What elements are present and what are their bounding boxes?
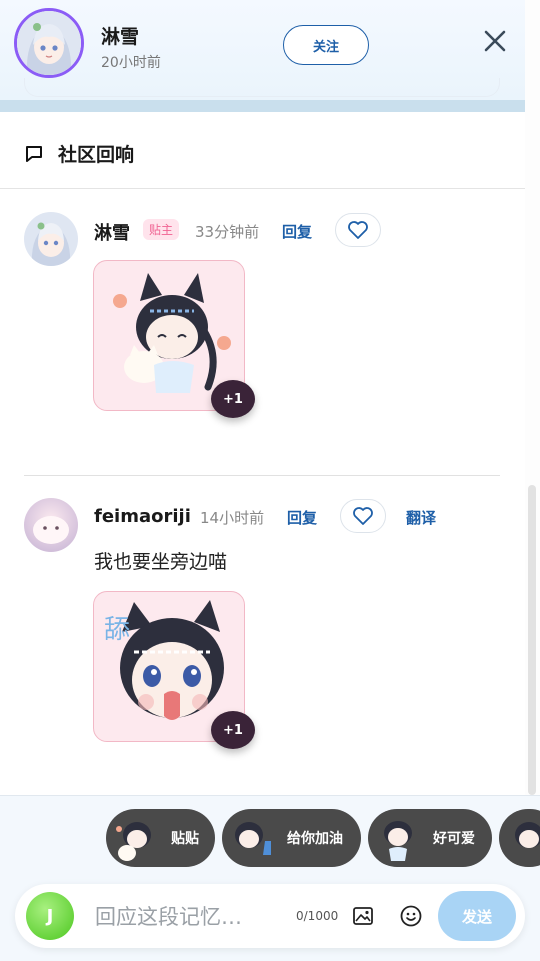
like-button[interactable] xyxy=(335,213,381,247)
post-time: 20小时前 xyxy=(101,55,161,71)
reply-button[interactable]: 回复 xyxy=(287,507,317,528)
quick-reply-chip[interactable]: 贴贴 xyxy=(106,809,215,867)
section-title: 社区回响 xyxy=(58,144,135,166)
sticker-count-badge[interactable]: +1 xyxy=(211,711,255,749)
image-icon[interactable] xyxy=(351,904,375,928)
current-user-avatar[interactable]: J xyxy=(26,892,74,940)
section-header: 社区回响 xyxy=(24,140,134,167)
comment-text: 我也要坐旁边喵 xyxy=(94,551,228,573)
scrollbar-thumb[interactable] xyxy=(528,485,536,795)
author-avatar[interactable] xyxy=(14,8,84,78)
translate-button[interactable]: 翻译 xyxy=(406,507,436,528)
author-name[interactable]: 淋雪 xyxy=(101,22,139,49)
quick-reply-label: 给你加油 xyxy=(287,831,343,847)
comment-composer: J 0/1000 发送 xyxy=(15,884,525,948)
comment-divider xyxy=(24,475,500,476)
quick-reply-chip[interactable] xyxy=(499,809,540,867)
reply-button[interactable]: 回复 xyxy=(282,221,312,242)
section-divider xyxy=(0,188,525,189)
quick-reply-chip[interactable]: 给你加油 xyxy=(222,809,361,867)
heart-icon xyxy=(348,221,368,239)
quick-reply-label: 好可爱 xyxy=(433,831,475,847)
quick-reply-chip[interactable]: 好可爱 xyxy=(368,809,492,867)
op-badge: 贴主 xyxy=(143,219,180,240)
char-counter: 0/1000 xyxy=(296,909,339,923)
avatar-illustration xyxy=(17,11,81,75)
sticker-thumbnail xyxy=(502,811,540,865)
commenter-avatar[interactable] xyxy=(24,212,78,266)
comment-icon xyxy=(26,145,42,162)
comment-time: 33分钟前 xyxy=(195,223,260,241)
header-card-edge xyxy=(24,78,500,97)
commenter-name[interactable]: 淋雪 xyxy=(94,219,130,245)
bottom-panel: 贴贴 给你加油 好可爱 J 0/1000 xyxy=(0,795,540,961)
comment-input[interactable] xyxy=(93,900,297,934)
quick-reply-label: 贴贴 xyxy=(171,831,199,847)
sticker-thumbnail xyxy=(225,811,279,865)
heart-icon xyxy=(353,507,373,525)
follow-button[interactable]: 关注 xyxy=(283,25,369,65)
header-divider-bar xyxy=(0,100,525,112)
comment-time: 14小时前 xyxy=(200,509,265,527)
sticker-thumbnail xyxy=(109,811,163,865)
svg-text:舔: 舔 xyxy=(104,615,130,645)
commenter-avatar[interactable] xyxy=(24,498,78,552)
like-button[interactable] xyxy=(340,499,386,533)
send-button[interactable]: 发送 xyxy=(438,891,516,941)
emoji-icon[interactable] xyxy=(399,904,423,928)
commenter-name[interactable]: feimaoriji xyxy=(94,506,191,527)
close-icon[interactable] xyxy=(482,28,508,54)
sticker-thumbnail xyxy=(371,811,425,865)
post-header: 淋雪 20小时前 关注 xyxy=(0,0,525,100)
sticker-count-badge[interactable]: +1 xyxy=(211,380,255,418)
